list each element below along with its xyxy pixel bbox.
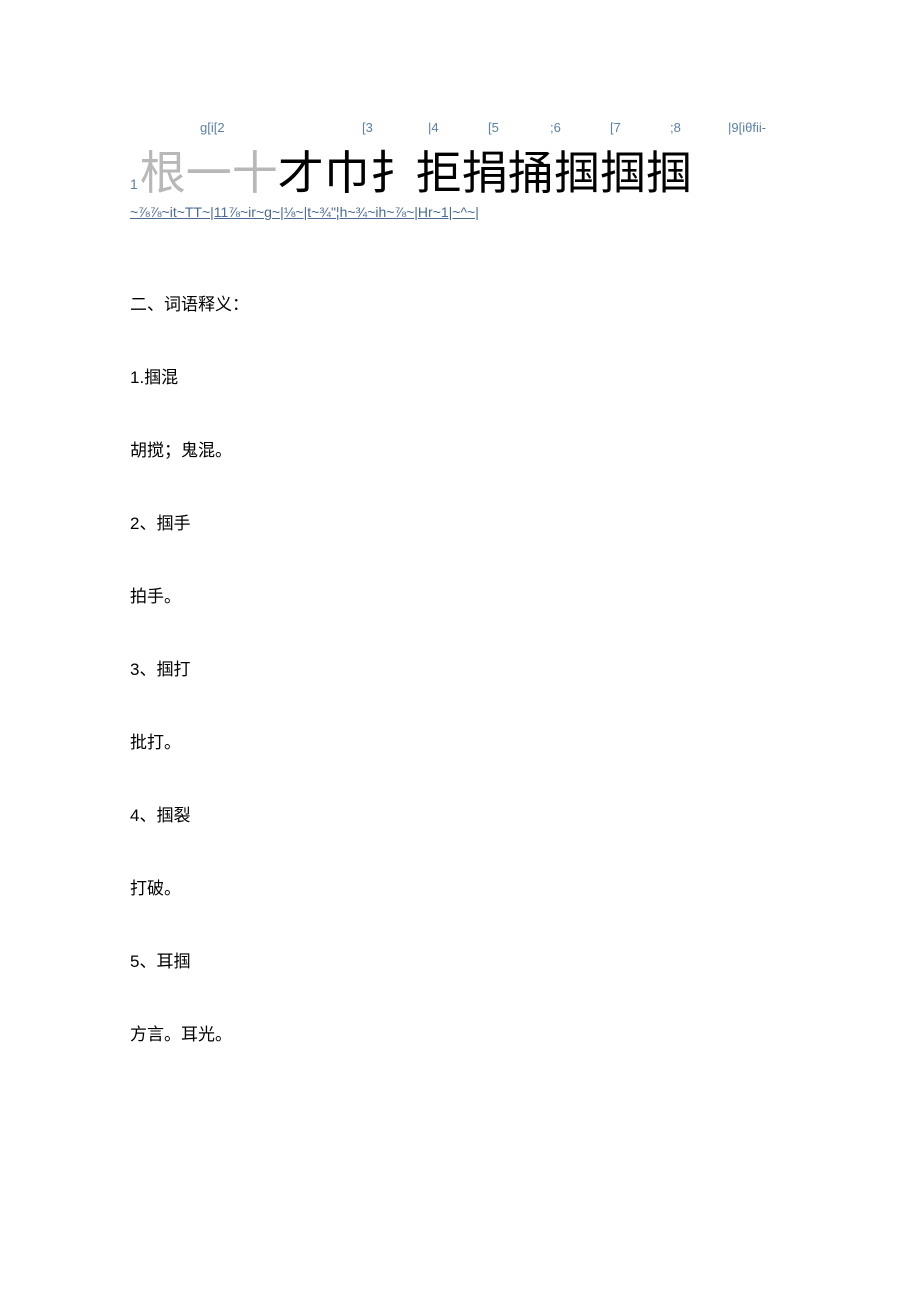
annotation-8: |9[iθfii-: [728, 120, 766, 135]
annotation-6: [7: [610, 120, 621, 135]
annotation-2: [3: [362, 120, 373, 135]
large-character-line: 1根一十才巾扌拒捐捅掴掴掴: [130, 150, 790, 196]
annotation-7: ;8: [670, 120, 681, 135]
section-title: 二、词语释义：: [130, 290, 790, 315]
term-def-2: 拍手。: [130, 582, 790, 607]
term-label-4: 4、掴裂: [130, 801, 790, 826]
term-def-5: 方言。耳光。: [130, 1020, 790, 1045]
annotation-3: |4: [428, 120, 439, 135]
term-label-2: 2、掴手: [130, 509, 790, 534]
phonetic-line: ~⅞⅞~it~TT~|11⅞~ir~g~|⅛~|t~¾"¦h~¾~ih~⅞~|H…: [130, 204, 790, 220]
annotation-row: g[i[2 [3 |4 [5 ;6 [7 ;8 |9[iθfii-: [130, 120, 790, 150]
large-index-1: 1: [130, 176, 138, 192]
annotation-5: ;6: [550, 120, 561, 135]
annotation-1: g[i[2: [200, 120, 225, 135]
term-def-3: 批打。: [130, 728, 790, 753]
term-label-5: 5、耳掴: [130, 947, 790, 972]
term-label-3: 3、掴打: [130, 655, 790, 680]
term-def-4: 打破。: [130, 874, 790, 899]
term-label-1: 1.掴混: [130, 363, 790, 388]
annotation-4: [5: [488, 120, 499, 135]
term-def-1: 胡搅；鬼混。: [130, 436, 790, 461]
large-gray-part: 根一十: [140, 147, 278, 199]
large-black-part: 才巾扌拒捐捅掴掴掴: [278, 147, 692, 199]
